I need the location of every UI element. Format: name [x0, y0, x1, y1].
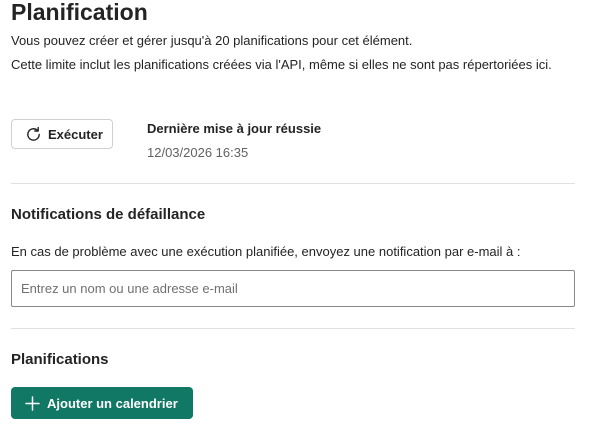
schedule-limit-description: Vous pouvez créer et gérer jusqu'à 20 pl…: [11, 33, 413, 48]
plus-icon: [25, 395, 40, 411]
add-schedule-button[interactable]: Ajouter un calendrier: [11, 387, 193, 419]
divider: [11, 183, 575, 184]
last-refresh-status-title: Dernière mise à jour réussie: [147, 121, 322, 136]
run-button-label: Exécuter: [48, 126, 103, 142]
run-button[interactable]: Exécuter: [11, 119, 113, 149]
add-schedule-button-label: Ajouter un calendrier: [47, 395, 178, 411]
failure-notifications-heading: Notifications de défaillance: [11, 206, 206, 223]
divider: [11, 328, 575, 329]
schedules-heading: Planifications: [11, 351, 109, 368]
last-refresh-timestamp: 12/03/2026 16:35: [147, 145, 249, 160]
page-title: Planification: [11, 0, 148, 25]
api-limit-description: Cette limite inclut les planifications c…: [11, 57, 552, 72]
refresh-icon: [25, 126, 42, 143]
failure-notifications-description: En cas de problème avec une exécution pl…: [11, 244, 521, 259]
email-recipient-input[interactable]: [11, 270, 575, 307]
